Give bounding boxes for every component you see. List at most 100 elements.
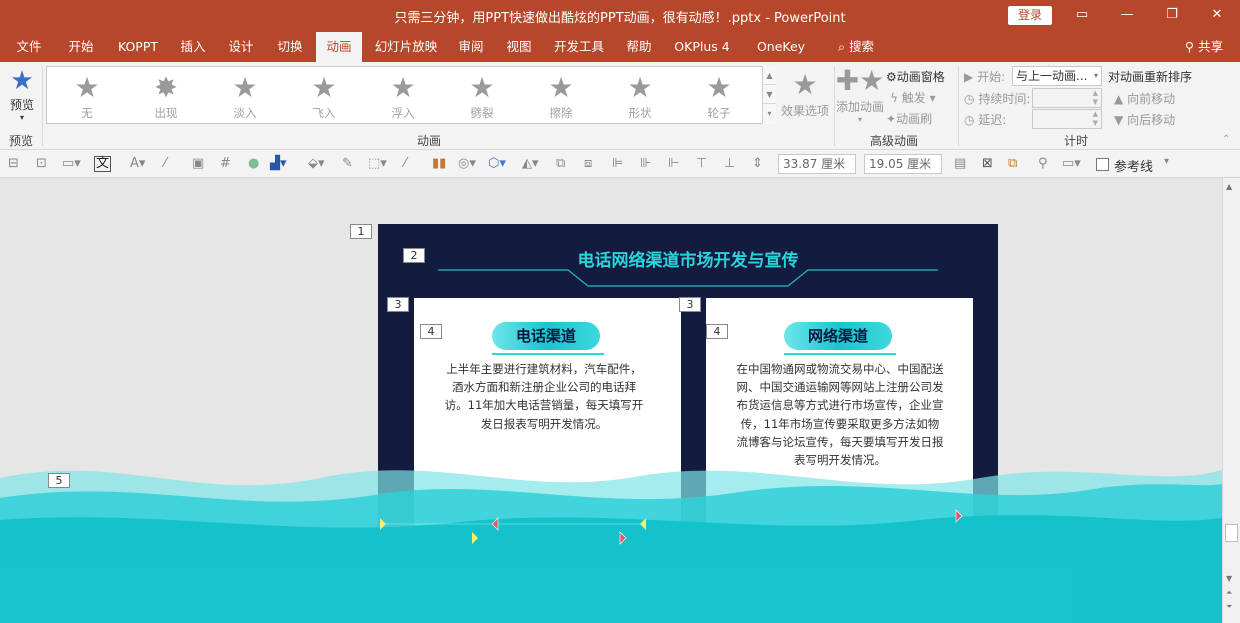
tab-koppt[interactable]: KOPPT: [112, 32, 164, 62]
paint-bucket-icon[interactable]: ⬙▾: [308, 156, 325, 171]
effect-options-button[interactable]: ★ 效果选项: [778, 68, 832, 119]
wave-shape[interactable]: [0, 448, 1222, 623]
width-input[interactable]: 33.87 厘米: [778, 154, 856, 174]
anim-shape[interactable]: ★ 形状: [610, 71, 670, 123]
anim-tag[interactable]: 4: [706, 324, 728, 339]
anim-wipe[interactable]: ★ 擦除: [531, 71, 591, 123]
pen-icon[interactable]: ✎: [342, 156, 353, 171]
gallery-more-icon[interactable]: ▾: [763, 104, 776, 123]
anim-tag[interactable]: 3: [387, 297, 409, 312]
scroll-down-icon[interactable]: ▼: [1226, 574, 1232, 583]
customize-toolbar-icon[interactable]: ▾: [1164, 156, 1169, 167]
flip-icon[interactable]: ◭▾: [522, 156, 539, 171]
tab-slideshow[interactable]: 幻灯片放映: [370, 32, 442, 62]
tab-okplus[interactable]: OKPlus 4: [670, 32, 734, 62]
anim-appear[interactable]: ✸ 出现: [136, 71, 196, 123]
screen-icon[interactable]: ▭▾: [1062, 156, 1081, 171]
height-input[interactable]: 19.05 厘米: [864, 154, 942, 174]
group-icon[interactable]: ⧉: [556, 156, 565, 171]
anim-tag[interactable]: 4: [420, 324, 442, 339]
anim-wheel[interactable]: ★ 轮子: [689, 71, 749, 123]
tab-design[interactable]: 设计: [222, 32, 260, 62]
close-icon[interactable]: ✕: [1203, 5, 1231, 25]
move-later-button[interactable]: ▼ 向后移动: [1114, 111, 1175, 128]
anim-none[interactable]: ★ 无: [57, 71, 117, 123]
heading-underline: [492, 353, 604, 355]
tab-developer[interactable]: 开发工具: [550, 32, 608, 62]
move-earlier-button[interactable]: ▲ 向前移动: [1114, 90, 1175, 107]
lock-icon[interactable]: ⊟: [8, 156, 19, 171]
anim-tag[interactable]: 2: [403, 248, 425, 263]
anim-label: 形状: [628, 106, 652, 120]
trigger-button[interactable]: ϟ 触发 ▾: [890, 89, 936, 106]
picture-icon[interactable]: ▣: [192, 156, 204, 171]
distribute-icon[interactable]: ⊥: [724, 156, 735, 171]
fill-color-icon[interactable]: ▟▾: [270, 156, 287, 171]
preview-label: 预览: [9, 98, 34, 112]
align-top-icon[interactable]: ⊤: [696, 156, 707, 171]
anim-fade[interactable]: ★ 淡入: [215, 71, 275, 123]
animation-pane-button[interactable]: ⚙动画窗格: [886, 68, 945, 85]
tab-search[interactable]: ⌕ 搜索: [830, 32, 882, 62]
ungroup-icon[interactable]: ⧈: [584, 156, 592, 171]
collapse-ribbon-icon[interactable]: ⌃: [1222, 134, 1230, 145]
format-painter-icon[interactable]: ⚲: [1038, 156, 1048, 171]
dropper-icon[interactable]: ⁄: [404, 156, 406, 171]
prev-slide-icon[interactable]: ⏶: [1226, 588, 1232, 598]
gallery-scroll[interactable]: ▲ ▼ ▾: [762, 66, 776, 124]
tab-transitions[interactable]: 切换: [270, 32, 310, 62]
chart-icon[interactable]: ▮▮: [432, 156, 446, 171]
tab-onekey[interactable]: OneKey 10: [744, 32, 818, 84]
anim-tag[interactable]: 5: [48, 473, 70, 488]
duration-input[interactable]: ▲ ▼: [1032, 88, 1102, 108]
scroll-up-icon[interactable]: ▲: [763, 66, 776, 85]
outline-icon[interactable]: ⬚▾: [368, 156, 387, 171]
tab-animations[interactable]: 动画: [316, 32, 362, 62]
tab-file[interactable]: 文件: [10, 32, 48, 62]
restore-icon[interactable]: ❐: [1158, 5, 1186, 25]
anim-tag[interactable]: 1: [350, 224, 372, 239]
scroll-up-icon[interactable]: ▲: [1226, 182, 1232, 191]
start-select[interactable]: 与上一动画... ▾: [1012, 66, 1102, 86]
font-color-icon[interactable]: A▾: [130, 156, 145, 171]
align-center-icon[interactable]: ⊪: [640, 156, 651, 171]
anim-tag[interactable]: 3: [679, 297, 701, 312]
tab-view[interactable]: 视图: [500, 32, 538, 62]
slide-size-icon[interactable]: ▤: [954, 156, 966, 171]
shapes-icon[interactable]: ◎▾: [458, 156, 476, 171]
eyedropper-icon[interactable]: ⁄: [164, 156, 166, 171]
vertical-scrollbar[interactable]: ▲ ▼ ⏶ ⏷: [1222, 178, 1240, 623]
arrange-icon[interactable]: ⬡▾: [488, 156, 506, 171]
burst-star-icon: ✸: [154, 71, 178, 104]
tab-help[interactable]: 帮助: [620, 32, 658, 62]
scroll-down-icon[interactable]: ▼: [763, 85, 776, 104]
delay-input[interactable]: ▲ ▼: [1032, 109, 1102, 129]
scroll-thumb[interactable]: [1225, 524, 1238, 542]
ribbon-display-icon[interactable]: ▭: [1068, 5, 1096, 25]
tab-home[interactable]: 开始: [62, 32, 100, 62]
size-icon[interactable]: ⇕: [752, 156, 763, 171]
add-animation-button[interactable]: ✚★ 添加动画 ▾: [834, 64, 886, 124]
animation-painter-button[interactable]: ✦动画刷: [886, 110, 932, 127]
delete-box-icon[interactable]: ⊠: [982, 156, 993, 171]
minimize-icon[interactable]: —: [1113, 5, 1141, 25]
anim-split[interactable]: ★ 劈裂: [452, 71, 512, 123]
resize-icon[interactable]: ⧉: [1008, 156, 1017, 171]
anim-fly-in[interactable]: ★ 飞入: [294, 71, 354, 123]
text-direction-icon[interactable]: 文: [94, 156, 112, 172]
hash-icon[interactable]: #: [220, 156, 231, 171]
align-left-icon[interactable]: ⊫: [612, 156, 623, 171]
share-button[interactable]: ⚲ 共享: [1176, 32, 1232, 62]
textbox-icon[interactable]: ▭▾: [62, 156, 81, 171]
preview-button[interactable]: ★ 预览 ▾: [6, 66, 38, 122]
gridlines-checkbox[interactable]: [1096, 158, 1109, 171]
align-right-icon[interactable]: ⊩: [668, 156, 679, 171]
login-button[interactable]: 登录: [1008, 6, 1052, 25]
crop-icon[interactable]: ⊡: [36, 156, 47, 171]
separator: [42, 66, 43, 146]
circle-icon[interactable]: ●: [248, 156, 259, 171]
anim-float-in[interactable]: ★ 浮入: [373, 71, 433, 123]
next-slide-icon[interactable]: ⏷: [1226, 602, 1232, 612]
tab-insert[interactable]: 插入: [174, 32, 212, 62]
tab-review[interactable]: 审阅: [452, 32, 490, 62]
